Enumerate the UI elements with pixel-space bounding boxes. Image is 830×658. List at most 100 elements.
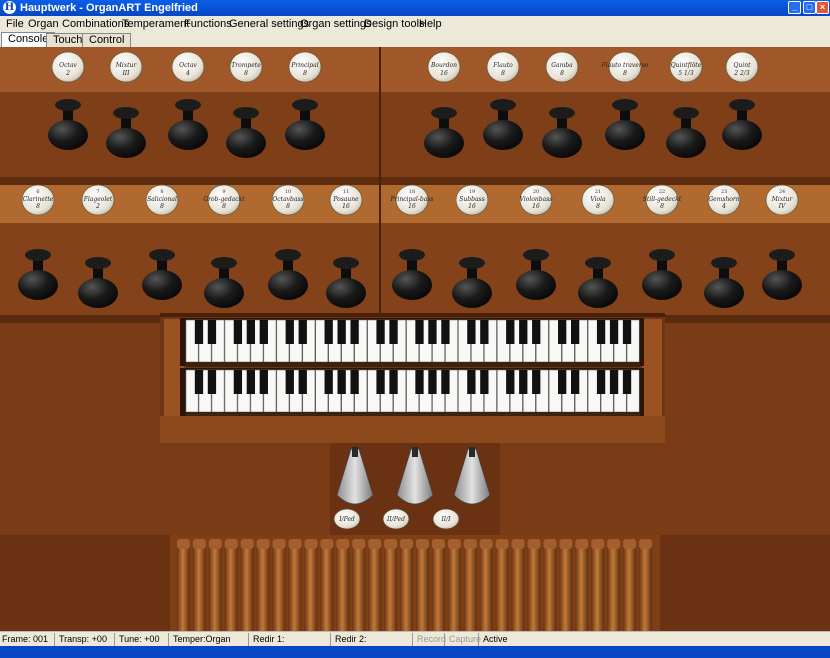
black-key[interactable] bbox=[350, 370, 359, 394]
black-key[interactable] bbox=[298, 320, 307, 344]
black-key[interactable] bbox=[467, 320, 476, 344]
black-key[interactable] bbox=[467, 370, 476, 394]
menu-file[interactable]: File bbox=[6, 17, 24, 31]
black-key[interactable] bbox=[506, 370, 515, 394]
black-key[interactable] bbox=[246, 320, 256, 344]
pedal-key[interactable] bbox=[527, 547, 541, 631]
black-key[interactable] bbox=[285, 370, 294, 394]
black-key[interactable] bbox=[519, 320, 528, 344]
pedal-key[interactable] bbox=[607, 547, 621, 631]
black-key[interactable] bbox=[570, 370, 580, 394]
pedal-key[interactable] bbox=[479, 547, 493, 631]
black-key[interactable] bbox=[337, 370, 346, 394]
black-key[interactable] bbox=[532, 320, 541, 344]
black-key[interactable] bbox=[596, 370, 606, 394]
black-key[interactable] bbox=[506, 320, 515, 344]
black-key[interactable] bbox=[337, 320, 346, 344]
minimize-icon[interactable]: _ bbox=[788, 1, 801, 14]
menu-general-settings[interactable]: General settings bbox=[229, 17, 309, 31]
black-key[interactable] bbox=[622, 370, 632, 394]
black-key[interactable] bbox=[259, 370, 268, 394]
manual-schwellwerk[interactable] bbox=[185, 369, 640, 417]
black-key[interactable] bbox=[194, 370, 204, 394]
black-key[interactable] bbox=[389, 320, 398, 344]
black-key[interactable] bbox=[389, 370, 398, 394]
pedal-key[interactable] bbox=[400, 547, 413, 631]
pedal-key[interactable] bbox=[543, 547, 557, 631]
hauptwerk-logo-icon[interactable]: H bbox=[3, 1, 16, 14]
menu-organ-settings[interactable]: Organ settings bbox=[300, 17, 372, 31]
pedal-key[interactable] bbox=[495, 547, 509, 631]
pedal-key[interactable] bbox=[559, 547, 573, 631]
black-key[interactable] bbox=[415, 370, 424, 394]
black-key[interactable] bbox=[233, 370, 243, 394]
menu-help[interactable]: Help bbox=[419, 17, 442, 31]
black-key[interactable] bbox=[596, 320, 606, 344]
menu-combinations[interactable]: Combinations bbox=[62, 17, 129, 31]
pedal-key[interactable] bbox=[304, 547, 318, 631]
pedal-key[interactable] bbox=[368, 547, 382, 631]
pedal-key[interactable] bbox=[288, 547, 302, 631]
pedal-key[interactable] bbox=[208, 547, 222, 631]
pedal-key[interactable] bbox=[431, 547, 445, 631]
black-key[interactable] bbox=[428, 320, 437, 344]
pedal-key[interactable] bbox=[192, 547, 206, 631]
black-key[interactable] bbox=[415, 320, 424, 344]
black-key[interactable] bbox=[609, 320, 619, 344]
pedal-key[interactable] bbox=[623, 547, 637, 631]
black-key[interactable] bbox=[350, 320, 359, 344]
black-key[interactable] bbox=[532, 370, 541, 394]
black-key[interactable] bbox=[609, 370, 619, 394]
black-key[interactable] bbox=[298, 370, 307, 394]
pedal-key[interactable] bbox=[177, 547, 190, 631]
maximize-icon[interactable]: □ bbox=[803, 1, 816, 14]
black-key[interactable] bbox=[324, 320, 333, 344]
menu-functions[interactable]: Functions bbox=[184, 17, 232, 31]
black-key[interactable] bbox=[207, 320, 217, 344]
tab-control[interactable]: Control bbox=[82, 33, 132, 47]
pedal-key[interactable] bbox=[511, 547, 525, 631]
pedal-key[interactable] bbox=[336, 547, 350, 631]
black-key[interactable] bbox=[558, 320, 567, 344]
menu-temperament[interactable]: Temperament bbox=[122, 17, 189, 31]
pedal-key[interactable] bbox=[320, 547, 334, 631]
manual-hauptwerk[interactable] bbox=[185, 319, 640, 367]
black-key[interactable] bbox=[480, 370, 489, 394]
coupler-piston[interactable]: II/Ped bbox=[382, 508, 410, 530]
pedal-key[interactable] bbox=[591, 547, 605, 631]
black-key[interactable] bbox=[246, 370, 256, 394]
pedal-key[interactable] bbox=[272, 547, 286, 631]
black-key[interactable] bbox=[428, 370, 437, 394]
pedal-key[interactable] bbox=[575, 547, 589, 631]
close-icon[interactable]: × bbox=[816, 1, 829, 14]
black-key[interactable] bbox=[376, 370, 385, 394]
pedal-key[interactable] bbox=[639, 547, 652, 631]
pedal-key[interactable] bbox=[463, 547, 477, 631]
pedal-key[interactable] bbox=[447, 547, 461, 631]
black-key[interactable] bbox=[441, 370, 450, 394]
black-key[interactable] bbox=[570, 320, 580, 344]
swell-pedals[interactable] bbox=[336, 447, 491, 505]
pedal-key[interactable] bbox=[352, 547, 366, 631]
black-key[interactable] bbox=[558, 370, 567, 394]
black-key[interactable] bbox=[622, 320, 632, 344]
black-key[interactable] bbox=[233, 320, 243, 344]
black-key[interactable] bbox=[441, 320, 450, 344]
black-key[interactable] bbox=[519, 370, 528, 394]
black-key[interactable] bbox=[207, 370, 217, 394]
pedal-key[interactable] bbox=[256, 547, 270, 631]
black-key[interactable] bbox=[285, 320, 294, 344]
coupler-piston[interactable]: II/I bbox=[432, 508, 460, 530]
black-key[interactable] bbox=[480, 320, 489, 344]
title-bar[interactable]: H Hauptwerk - OrganART Engelfried _ □ × bbox=[0, 0, 830, 16]
black-key[interactable] bbox=[259, 320, 268, 344]
menu-design-tools[interactable]: Design tools bbox=[364, 17, 425, 31]
pedal-key[interactable] bbox=[224, 547, 238, 631]
black-key[interactable] bbox=[194, 320, 204, 344]
pedal-key[interactable] bbox=[416, 547, 429, 631]
black-key[interactable] bbox=[376, 320, 385, 344]
black-key[interactable] bbox=[324, 370, 333, 394]
coupler-piston[interactable]: I/Ped bbox=[333, 508, 361, 530]
pedal-key[interactable] bbox=[240, 547, 254, 631]
pedal-key[interactable] bbox=[384, 547, 398, 631]
